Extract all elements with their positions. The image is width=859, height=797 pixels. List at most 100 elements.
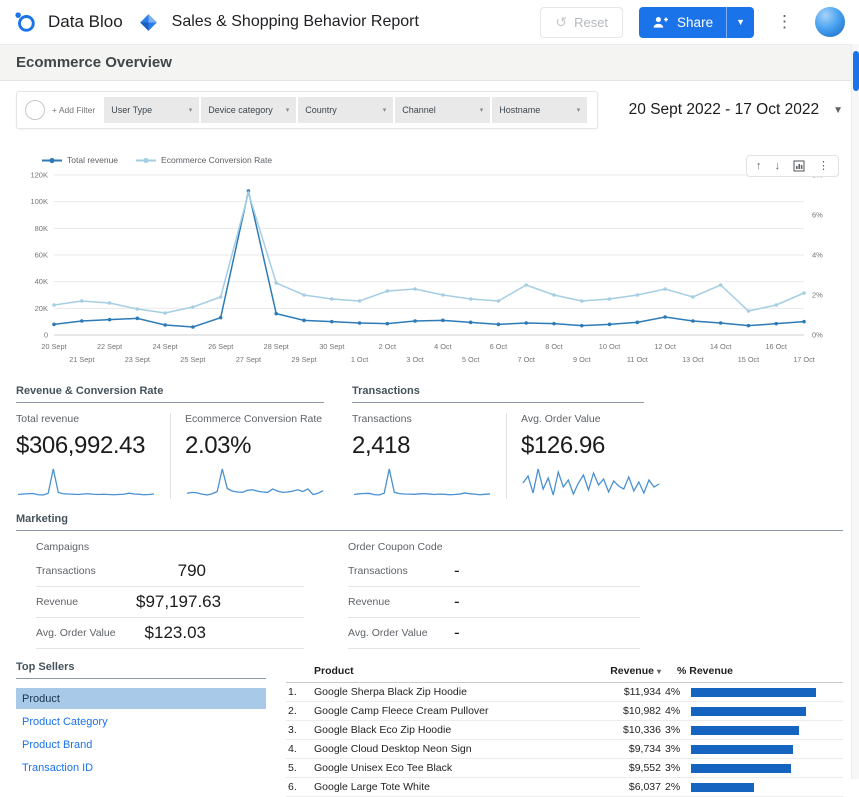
legend-item-total-revenue[interactable]: Total revenue bbox=[42, 155, 118, 165]
pct-revenue-cell: 4% bbox=[663, 683, 843, 702]
scorecard-label: Avg. Order Value bbox=[521, 413, 661, 425]
svg-text:120K: 120K bbox=[30, 171, 48, 180]
scorecard-value: 2.03% bbox=[185, 432, 325, 460]
svg-text:13 Oct: 13 Oct bbox=[682, 355, 704, 364]
svg-text:0: 0 bbox=[44, 331, 48, 340]
section-marketing: Marketing Campaigns Transactions790Reven… bbox=[16, 513, 843, 649]
dimension-item-transaction-id[interactable]: Transaction ID bbox=[16, 757, 266, 778]
share-button[interactable]: Share bbox=[639, 7, 726, 38]
metric-value: $97,197.63 bbox=[136, 592, 221, 612]
pct-label: 3% bbox=[665, 762, 683, 774]
svg-text:23 Sept: 23 Sept bbox=[125, 355, 150, 364]
pct-label: 3% bbox=[665, 743, 683, 755]
pct-label: 3% bbox=[665, 724, 683, 736]
dimension-item-product-brand[interactable]: Product Brand bbox=[16, 734, 266, 755]
revenue-bar bbox=[691, 745, 793, 754]
table-row[interactable]: 3.Google Black Eco Zip Hoodie$10,3363% bbox=[286, 721, 843, 740]
rank-cell: 1. bbox=[286, 683, 312, 702]
add-filter-button[interactable]: + Add Filter bbox=[25, 100, 95, 120]
scorecard-label: Transactions bbox=[352, 413, 492, 425]
svg-text:14 Oct: 14 Oct bbox=[710, 342, 732, 351]
revenue-bar bbox=[691, 707, 806, 716]
svg-text:16 Oct: 16 Oct bbox=[765, 342, 787, 351]
column-label: Product bbox=[314, 665, 354, 677]
metric-row: Revenue- bbox=[348, 587, 640, 618]
add-filter-icon bbox=[25, 100, 45, 120]
revenue-cell: $9,552 bbox=[577, 759, 663, 778]
timeseries-chart-card: ↑ ↓ ⋮ Total revenue Ecommerce Conversion … bbox=[16, 155, 843, 373]
top-sellers-table: Product Revenue▾ % Revenue 1.Google Sher… bbox=[286, 661, 843, 797]
coupon-title: Order Coupon Code bbox=[348, 541, 640, 553]
chevron-down-icon: ▼ bbox=[736, 17, 745, 27]
rank-cell: 2. bbox=[286, 702, 312, 721]
section-title: Revenue & Conversion Rate bbox=[16, 385, 324, 403]
pct-revenue-cell: 4% bbox=[663, 702, 843, 721]
product-column-header[interactable]: Product bbox=[312, 661, 577, 683]
reset-button[interactable]: ↺ Reset bbox=[540, 7, 623, 38]
export-icon[interactable] bbox=[793, 160, 805, 172]
pct-revenue-cell: 3% bbox=[663, 740, 843, 759]
svg-text:20K: 20K bbox=[35, 304, 48, 313]
dimension-item-product-category[interactable]: Product Category bbox=[16, 711, 266, 732]
scrollbar-thumb[interactable] bbox=[853, 51, 859, 91]
scorecard-total-revenue: Total revenue $306,992.43 bbox=[16, 413, 170, 499]
table-row[interactable]: 4.Google Cloud Desktop Neon Sign$9,7343% bbox=[286, 740, 843, 759]
filter-chip-country[interactable]: Country▾ bbox=[298, 97, 393, 123]
chevron-down-icon: ▾ bbox=[383, 106, 387, 114]
user-avatar[interactable] bbox=[815, 7, 845, 37]
revenue-bar bbox=[691, 726, 799, 735]
pct-label: 2% bbox=[665, 781, 683, 793]
svg-text:29 Sept: 29 Sept bbox=[291, 355, 316, 364]
svg-text:3 Oct: 3 Oct bbox=[406, 355, 423, 364]
svg-text:2%: 2% bbox=[812, 291, 823, 300]
table-header-row: Product Revenue▾ % Revenue bbox=[286, 661, 843, 683]
svg-text:6%: 6% bbox=[812, 211, 823, 220]
revenue-bar bbox=[691, 783, 754, 792]
revenue-column-header[interactable]: Revenue▾ bbox=[577, 661, 663, 683]
filter-chip-user-type[interactable]: User Type▾ bbox=[104, 97, 199, 123]
table-row[interactable]: 1.Google Sherpa Black Zip Hoodie$11,9344… bbox=[286, 683, 843, 702]
campaigns-title: Campaigns bbox=[36, 541, 304, 553]
svg-text:5 Oct: 5 Oct bbox=[462, 355, 479, 364]
pct-revenue-column-header[interactable]: % Revenue bbox=[663, 661, 843, 683]
metric-label: Avg. Order Value bbox=[36, 627, 136, 639]
filter-chip-device-category[interactable]: Device category▾ bbox=[201, 97, 296, 123]
metric-label: Transactions bbox=[36, 565, 136, 577]
table-row[interactable]: 2.Google Camp Fleece Cream Pullover$10,9… bbox=[286, 702, 843, 721]
legend-item-ecommerce-conversion-rate[interactable]: Ecommerce Conversion Rate bbox=[136, 155, 272, 165]
table-row[interactable]: 6.Google Large Tote White$6,0372% bbox=[286, 778, 843, 797]
metric-value: 790 bbox=[136, 561, 206, 581]
legend-label: Ecommerce Conversion Rate bbox=[161, 155, 272, 165]
chart-more-options-icon[interactable]: ⋮ bbox=[818, 161, 829, 172]
sort-descending-icon[interactable]: ↓ bbox=[775, 161, 781, 172]
svg-text:6 Oct: 6 Oct bbox=[490, 342, 507, 351]
databloo-logo-icon bbox=[14, 11, 36, 33]
filter-chip-label: Channel bbox=[402, 105, 436, 115]
filter-chip-channel[interactable]: Channel ▾ bbox=[395, 97, 490, 123]
revenue-conversion-line-chart[interactable]: 020K40K60K80K100K120K0%2%4%6%8%20 Sept21… bbox=[16, 167, 843, 373]
filter-chip-label: User Type bbox=[111, 105, 152, 115]
share-dropdown-button[interactable]: ▼ bbox=[726, 7, 754, 38]
filter-chip-label: Hostname bbox=[499, 105, 540, 115]
svg-text:60K: 60K bbox=[35, 251, 48, 260]
svg-text:22 Sept: 22 Sept bbox=[97, 342, 122, 351]
table-row[interactable]: 5.Google Unisex Eco Tee Black$9,5523% bbox=[286, 759, 843, 778]
revenue-cell: $6,037 bbox=[577, 778, 663, 797]
person-add-icon bbox=[652, 15, 668, 29]
page-title: Ecommerce Overview bbox=[16, 54, 172, 71]
chevron-down-icon: ▾ bbox=[480, 106, 484, 114]
product-cell: Google Sherpa Black Zip Hoodie bbox=[312, 683, 577, 702]
filter-chip-hostname[interactable]: Hostname▾ bbox=[492, 97, 587, 123]
metric-label: Transactions bbox=[348, 565, 448, 577]
page-scrollbar[interactable] bbox=[851, 44, 859, 779]
more-options-icon[interactable]: ⋮ bbox=[770, 10, 799, 34]
dimension-item-product[interactable]: Product bbox=[16, 688, 266, 709]
metric-value: $123.03 bbox=[136, 623, 206, 643]
sparkline bbox=[521, 465, 661, 499]
product-cell: Google Unisex Eco Tee Black bbox=[312, 759, 577, 778]
date-range-control[interactable]: 20 Sept 2022 - 17 Oct 2022 ▼ bbox=[629, 101, 843, 119]
sort-ascending-icon[interactable]: ↑ bbox=[756, 161, 762, 172]
metric-value: - bbox=[454, 592, 460, 612]
metric-value: - bbox=[454, 623, 460, 643]
svg-text:9 Oct: 9 Oct bbox=[573, 355, 590, 364]
